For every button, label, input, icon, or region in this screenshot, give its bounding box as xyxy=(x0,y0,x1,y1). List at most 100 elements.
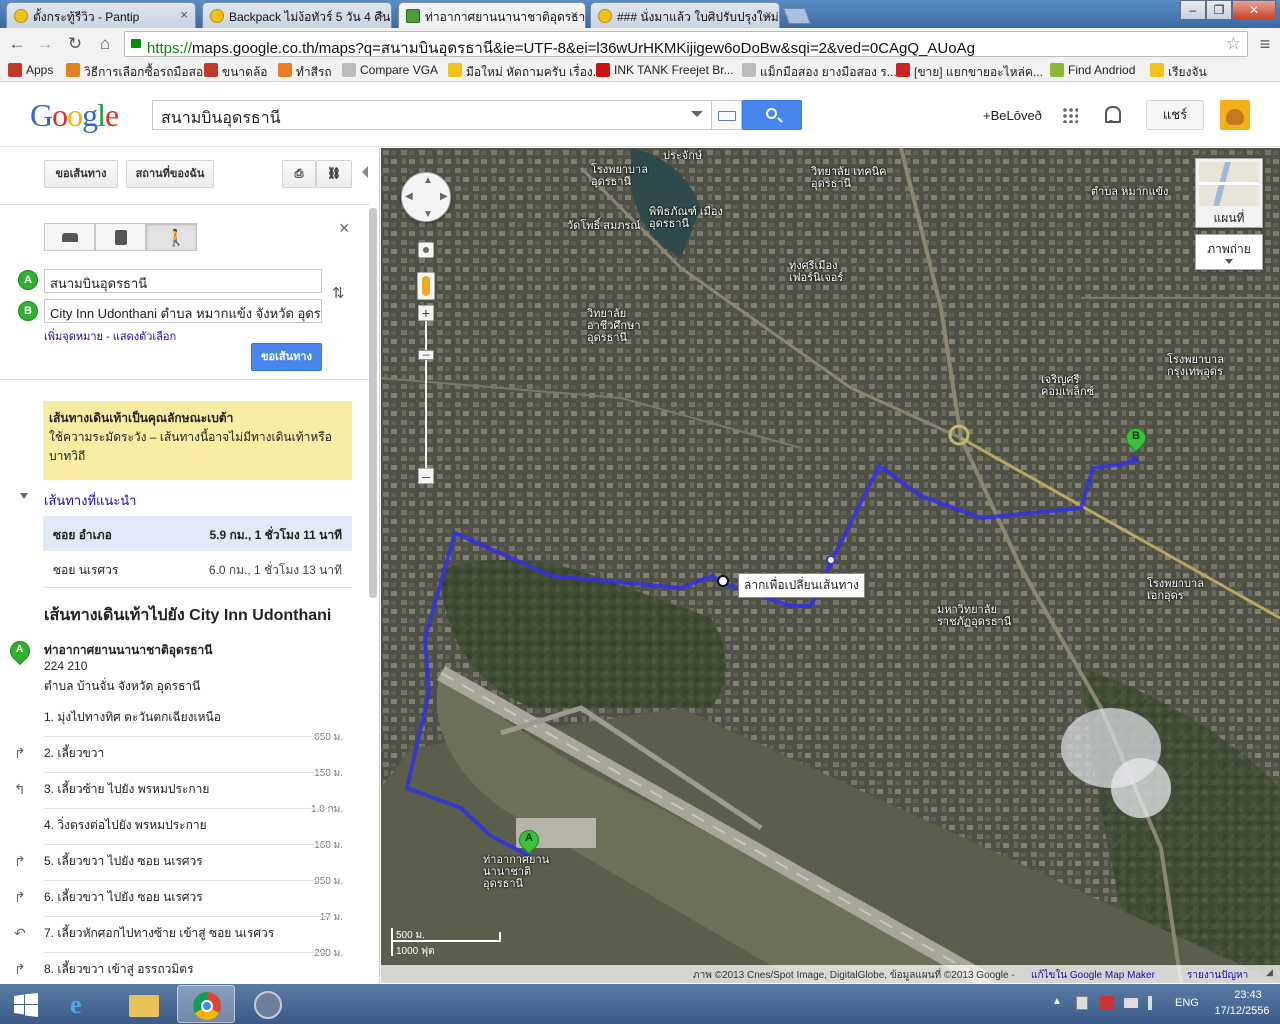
map-place-label[interactable]: วิทยาลัย อาชีวศึกษา อุดรธานี xyxy=(587,308,665,344)
close-tab-icon[interactable]: × xyxy=(376,7,384,22)
new-tab-button[interactable] xyxy=(783,8,811,24)
clock-time[interactable]: 23:43 xyxy=(1223,989,1273,1001)
map-place-label[interactable]: วัดโพธิ์ สมภรณ์ xyxy=(567,220,645,232)
map-place-label[interactable]: ประจักษ์ xyxy=(663,150,741,162)
direction-step[interactable]: 7. เลี้ยวหักศอกไปทางซ้าย เข้าสู่ ซอย นเร… xyxy=(44,924,274,943)
pan-left-icon[interactable]: ◀ xyxy=(405,191,413,202)
direction-step[interactable]: 1. มุ่งไปทางทิศ ตะวันตกเฉียงเหนือ xyxy=(44,708,221,727)
flag-icon[interactable] xyxy=(1076,996,1088,1010)
map-place-label[interactable]: โรงพยาบาล เอกอุดร xyxy=(1147,578,1225,602)
avatar[interactable] xyxy=(1220,100,1250,130)
my-location-button[interactable] xyxy=(418,242,434,258)
app-taskbar-button[interactable] xyxy=(239,985,297,1023)
share-button[interactable]: แชร์ xyxy=(1146,100,1204,130)
chrome-taskbar-button[interactable] xyxy=(177,985,235,1023)
search-button[interactable] xyxy=(742,100,802,130)
collapse-panel-icon[interactable] xyxy=(362,166,368,178)
browser-tab-active[interactable]: ท่าอากาศยานนานาชาติอุดรธานี × xyxy=(398,2,586,28)
bookmark-item[interactable]: ทำสีรถ xyxy=(278,63,332,82)
volume-icon[interactable] xyxy=(1148,996,1160,1010)
close-icon[interactable]: × xyxy=(339,218,350,239)
pan-control[interactable]: ▲ ▼ ◀ ▶ xyxy=(401,172,451,222)
pan-down-icon[interactable]: ▼ xyxy=(423,209,433,220)
browser-tab[interactable]: ตั้งกระทู้รีวิว - Pantip × xyxy=(6,2,196,28)
bookmark-item[interactable]: ขนาดล้อ xyxy=(204,63,268,82)
tray-expand-icon[interactable]: ▲ xyxy=(1052,996,1062,1007)
direction-step[interactable]: 6. เลี้ยวขวา ไปยัง ซอย นเรศวร xyxy=(44,888,203,907)
bookmark-item[interactable]: Apps xyxy=(8,63,53,77)
resize-corner-icon[interactable]: ◢ xyxy=(1266,967,1273,978)
route-option[interactable]: ซอย อำเภอ 5.9 กม., 1 ชั่วโมง 11 นาที xyxy=(43,516,352,551)
plus-user-link[interactable]: +BeLōveð xyxy=(983,108,1042,123)
input-language[interactable]: ENG xyxy=(1175,997,1199,1009)
link-button[interactable]: ⛓ xyxy=(316,160,352,188)
dropdown-arrow-icon[interactable] xyxy=(691,111,703,117)
add-destination-link[interactable]: เพิ่มจุดหมาย - แสดงตัวเลือก xyxy=(44,327,176,345)
display-icon[interactable] xyxy=(1124,998,1138,1008)
bookmark-item[interactable]: แม็กมือสอง ยางมือสอง ร... xyxy=(742,63,897,82)
print-button[interactable]: ⎙ xyxy=(282,160,316,188)
close-window-button[interactable]: ✕ xyxy=(1232,0,1276,20)
mode-walk-button[interactable]: 🚶 xyxy=(146,223,197,251)
pegman-button[interactable] xyxy=(417,272,435,300)
origin-input[interactable]: สนามบินอุดรธานี xyxy=(44,269,322,293)
close-tab-icon[interactable]: × xyxy=(764,7,772,22)
swap-icon[interactable]: ⇅ xyxy=(332,284,345,302)
route-option[interactable]: ซอย นเรศวร 6.0 กม., 1 ชั่วโมง 13 นาที xyxy=(43,551,352,586)
search-input[interactable]: สนามบินอุดรธานี xyxy=(152,100,712,130)
minimize-button[interactable]: – xyxy=(1180,0,1206,20)
home-icon[interactable]: ⌂ xyxy=(94,33,116,55)
map-place-label[interactable]: โรงพยาบาล กรุงเทพอุดร xyxy=(1167,354,1245,378)
pan-right-icon[interactable]: ▶ xyxy=(440,191,448,202)
direction-step[interactable]: 2. เลี้ยวขวา xyxy=(44,744,104,763)
report-problem-link[interactable]: รายงานปัญหา xyxy=(1187,968,1248,983)
bookmark-item[interactable]: Compare VGA xyxy=(342,63,438,77)
expand-arrow-icon[interactable] xyxy=(20,493,28,499)
zoom-track[interactable] xyxy=(425,321,427,471)
direction-step[interactable]: 8. เลี้ยวขวา เข้าสู่ อรรถวมิตร xyxy=(44,960,194,979)
direction-step[interactable]: 5. เลี้ยวขวา ไปยัง ซอย นเรศวร xyxy=(44,852,203,871)
panel-scrollbar[interactable] xyxy=(369,208,377,598)
menu-icon[interactable]: ≡ xyxy=(1254,33,1276,55)
map-place-label[interactable]: มหาวิทยาลัย ราชภัฏอุดรธานี xyxy=(937,604,1015,628)
reload-icon[interactable]: ↻ xyxy=(64,33,86,55)
keyboard-icon[interactable] xyxy=(712,100,742,130)
map-view-toggle[interactable]: แผนที่ xyxy=(1195,158,1263,228)
bookmark-item[interactable]: เรียงจัน xyxy=(1150,63,1207,82)
address-bar[interactable]: https://maps.google.co.th/maps?q=สนามบิน… xyxy=(124,31,1248,57)
bookmark-star-icon[interactable]: ☆ xyxy=(1226,34,1241,54)
browser-tab[interactable]: Backpack ไม่ง้อทัวร์ 5 วัน 4 คืน × xyxy=(202,2,392,28)
mode-transit-button[interactable] xyxy=(95,223,146,251)
mode-car-button[interactable] xyxy=(44,223,95,251)
forward-icon[interactable]: → xyxy=(34,33,56,55)
satellite-map[interactable]: ประจักษ์ โรงพยาบาล อุดรธานี วิทยาลัย เทคนิ… xyxy=(381,148,1280,983)
internet-explorer-taskbar-button[interactable]: e xyxy=(55,985,113,1023)
network-icon[interactable] xyxy=(1100,996,1114,1010)
bookmark-item[interactable]: Find Andriod xyxy=(1050,63,1135,77)
bookmark-item[interactable]: INK TANK Freejet Br... xyxy=(596,63,734,77)
submit-directions-button[interactable]: ขอเส้นทาง xyxy=(251,343,322,371)
zoom-out-button[interactable]: – xyxy=(418,468,434,484)
map-place-label[interactable]: เจริญศรี คอมเพล็กซ์ xyxy=(1041,374,1119,398)
satellite-view-toggle[interactable]: ภาพถ่าย xyxy=(1195,234,1263,270)
google-logo[interactable]: Google xyxy=(30,97,119,134)
dropdown-arrow-icon[interactable] xyxy=(1225,259,1233,264)
map-place-label[interactable]: ทุ่งศรีเมือง เฟอร์นิเจอร์ xyxy=(789,260,867,284)
map-maker-link[interactable]: แก้ไขใน Google Map Maker xyxy=(1031,968,1155,983)
map-place-label[interactable]: พิพิธภัณฑ์ เมืองอุดรธานี xyxy=(649,206,727,230)
suggested-routes-heading[interactable]: เส้นทางที่แนะนำ xyxy=(44,490,137,511)
bookmark-item[interactable]: มือใหม่ หัดถามครับ เรื่อง.. xyxy=(448,63,599,82)
start-button[interactable] xyxy=(2,985,52,1023)
close-tab-icon[interactable]: × xyxy=(570,7,578,22)
direction-step[interactable]: 3. เลี้ยวซ้าย ไปยัง พรหมประกาย xyxy=(44,780,209,799)
notifications-bell-icon[interactable] xyxy=(1103,105,1121,123)
map-place-label[interactable]: ตำบล หมากแข้ง xyxy=(1091,186,1169,198)
map-place-label[interactable]: โรงพยาบาล อุดรธานี xyxy=(591,164,669,188)
destination-input[interactable]: City Inn Udonthani ตำบล หมากแข้ง จังหวัด… xyxy=(44,299,322,323)
my-places-button[interactable]: สถานที่ของฉัน xyxy=(126,160,214,188)
file-explorer-taskbar-button[interactable] xyxy=(115,985,173,1023)
zoom-slider-handle[interactable]: – xyxy=(418,348,434,360)
maximize-button[interactable]: ❐ xyxy=(1206,0,1232,20)
bookmark-item[interactable]: [ขาย] แยกขายอะไหล่ค... xyxy=(896,63,1043,82)
browser-tab[interactable]: ### นั่งมาแล้ว ใบศิปรับปรุงใหม่ × xyxy=(590,2,780,28)
